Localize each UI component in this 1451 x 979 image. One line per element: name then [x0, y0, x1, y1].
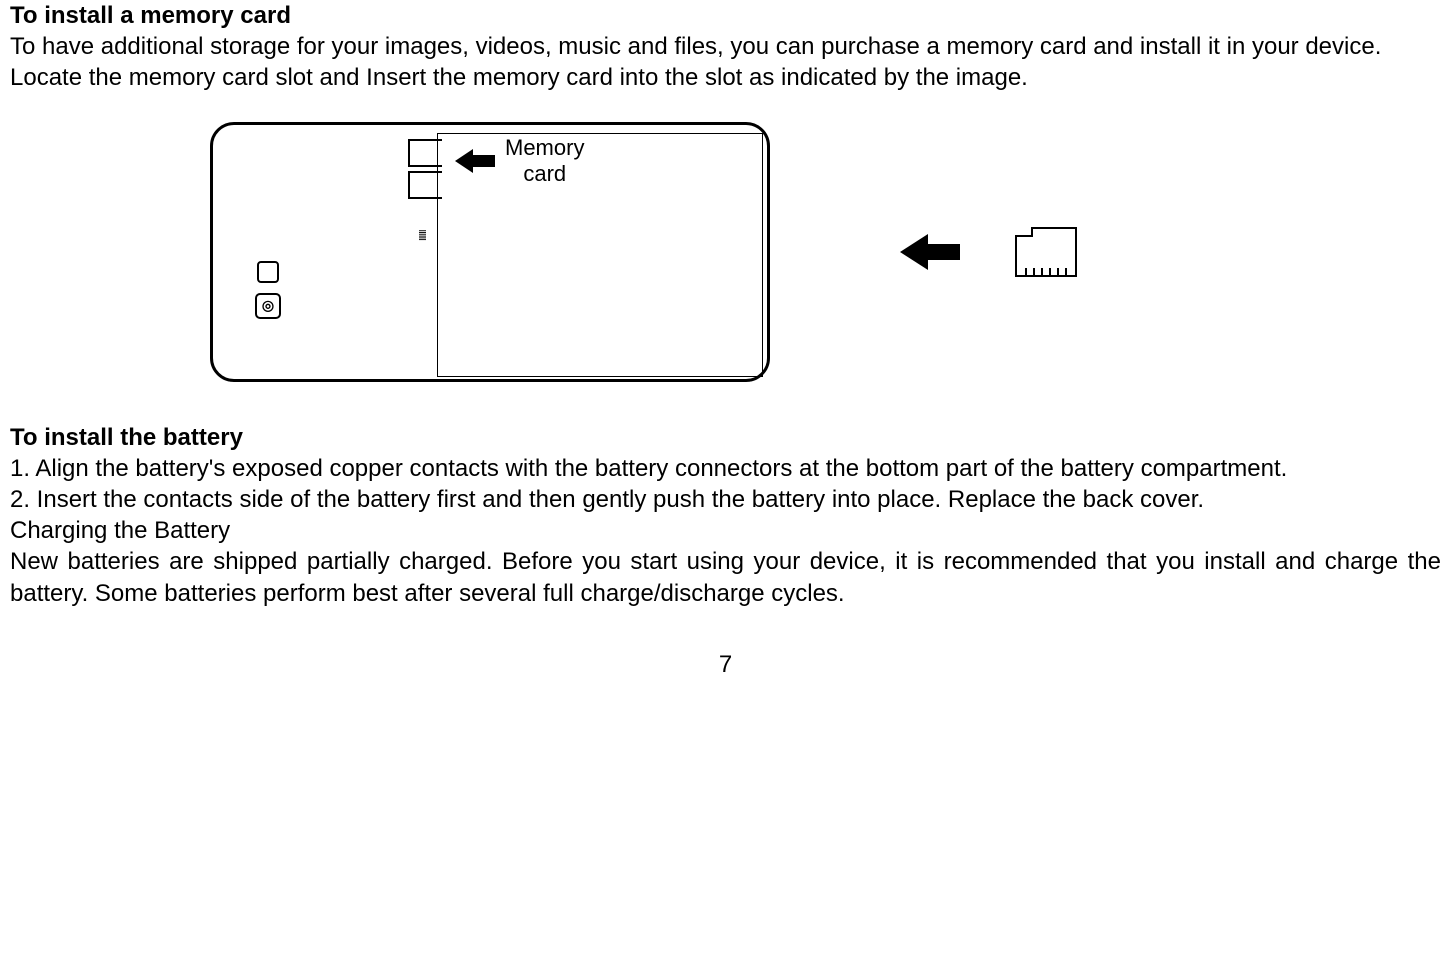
para-memory-locate: Locate the memory card slot and Insert t…	[10, 62, 1441, 93]
section-heading-install-memory: To install a memory card	[10, 0, 1441, 31]
charging-paragraph: New batteries are shipped partially char…	[10, 546, 1441, 608]
big-arrow-left-icon	[900, 232, 970, 272]
insert-direction-group	[900, 224, 1080, 280]
step-1: 1. Align the battery's exposed copper co…	[10, 453, 1441, 484]
camera-lens-icon: ◎	[255, 293, 281, 319]
section-heading-install-battery: To install the battery	[10, 422, 1441, 453]
phone-outline: Memory card ◎ IIIIII	[210, 122, 770, 382]
charging-heading: Charging the Battery	[10, 515, 1441, 546]
connector-marks: IIIIII	[417, 230, 430, 241]
memory-label-line1: Memory	[505, 135, 584, 161]
memory-card-label: Memory card	[505, 135, 584, 188]
flash-rect-icon	[257, 261, 279, 283]
memory-label-line2: card	[505, 161, 584, 187]
back-cover-outline	[437, 133, 763, 377]
para-memory-intro: To have additional storage for your imag…	[10, 31, 1441, 62]
memory-card-figure: Memory card ◎ IIIIII	[10, 122, 1441, 382]
card-slot-bottom	[408, 171, 442, 199]
microsd-card-icon	[1012, 224, 1080, 280]
card-slot-top	[408, 139, 442, 167]
page-number: 7	[10, 649, 1441, 680]
camera-lens-glyph: ◎	[262, 296, 274, 314]
step-2: 2. Insert the contacts side of the batte…	[10, 484, 1441, 515]
